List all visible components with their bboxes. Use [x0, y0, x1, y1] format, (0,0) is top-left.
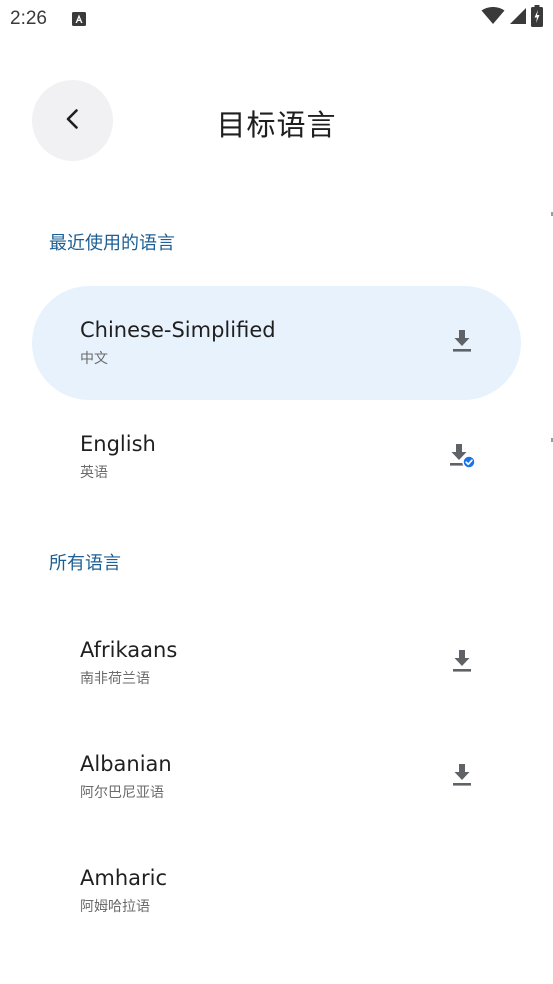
language-native-name: 阿姆哈拉语: [80, 899, 150, 915]
language-native-name: 南非荷兰语: [80, 671, 150, 687]
status-icons: [481, 5, 543, 31]
notification-a-icon: [72, 11, 86, 26]
battery-charging-icon: [531, 5, 543, 31]
language-native-name: 阿尔巴尼亚语: [80, 785, 164, 801]
download-button[interactable]: [446, 761, 478, 793]
language-row-albanian[interactable]: Albanian 阿尔巴尼亚语: [32, 720, 521, 834]
language-row-amharic[interactable]: Amharic 阿姆哈拉语: [32, 834, 521, 948]
language-name: Chinese-Simplified: [80, 318, 276, 342]
language-name: English: [80, 432, 156, 456]
status-bar: 2:26: [0, 0, 553, 38]
download-button[interactable]: [446, 647, 478, 679]
download-done-icon: [448, 441, 476, 473]
language-row-english[interactable]: English 英语: [32, 400, 521, 514]
language-row-afrikaans[interactable]: Afrikaans 南非荷兰语: [32, 606, 521, 720]
language-native-name: 英语: [80, 465, 108, 481]
language-native-name: 中文: [80, 351, 108, 367]
section-header-recent: 最近使用的语言: [49, 233, 175, 254]
app-header: 目标语言: [0, 80, 553, 162]
wifi-icon: [481, 6, 505, 29]
download-icon: [451, 649, 473, 677]
language-name: Albanian: [80, 752, 172, 776]
page-title: 目标语言: [216, 108, 337, 142]
status-time: 2:26: [10, 8, 47, 29]
download-button[interactable]: [446, 327, 478, 359]
download-icon: [451, 329, 473, 357]
language-name: Amharic: [80, 866, 168, 890]
language-name: Afrikaans: [80, 638, 178, 662]
language-row-chinese-simplified[interactable]: Chinese-Simplified 中文: [32, 286, 521, 400]
download-icon: [451, 763, 473, 791]
section-header-all: 所有语言: [49, 553, 121, 574]
downloaded-indicator[interactable]: [446, 441, 478, 473]
signal-icon: [509, 7, 527, 29]
